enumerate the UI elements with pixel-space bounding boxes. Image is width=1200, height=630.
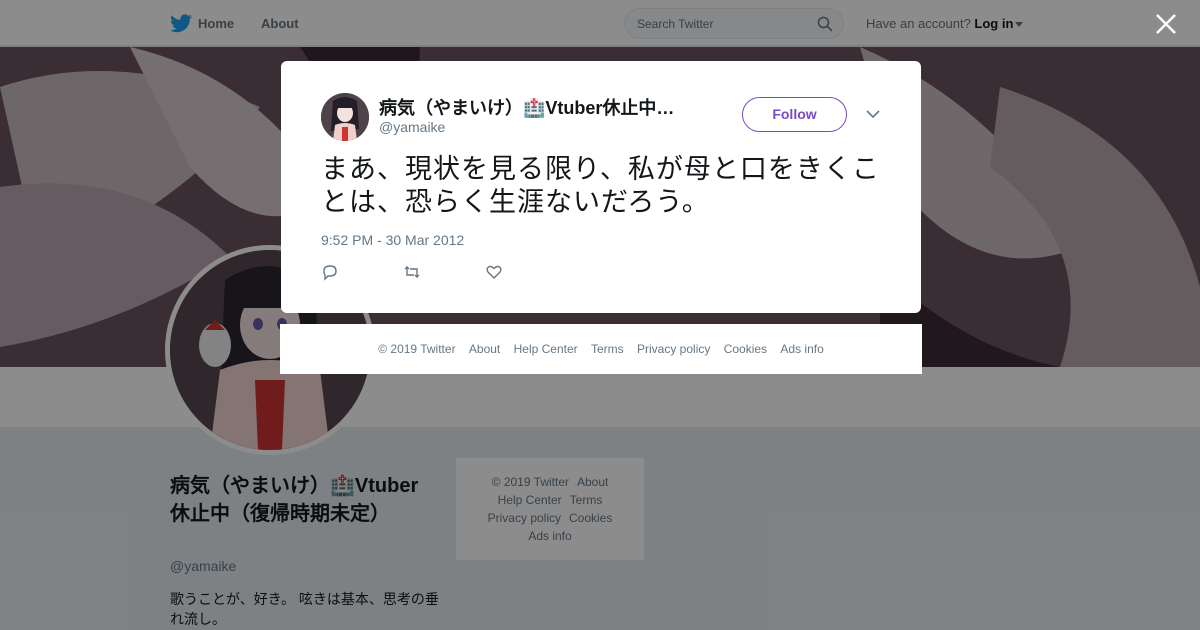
modal-footer-copyright: © 2019 Twitter — [378, 342, 456, 356]
modal-footer-ads-info-link[interactable]: Ads info — [780, 342, 823, 356]
close-icon[interactable] — [1154, 12, 1178, 36]
tweet-modal: 病気（やまいけ）🏥Vtuber休止中… @yamaike Follow まあ、現… — [281, 61, 921, 313]
modal-footer: © 2019 Twitter About Help Center Terms P… — [280, 324, 922, 374]
modal-footer-cookies-link[interactable]: Cookies — [724, 342, 767, 356]
like-icon[interactable] — [485, 263, 503, 281]
tweet-author-name[interactable]: 病気（やまいけ）🏥Vtuber休止中… — [379, 94, 699, 120]
tweet-author-handle[interactable]: @yamaike — [379, 119, 445, 135]
tweet-author-avatar[interactable] — [321, 93, 369, 141]
chevron-down-icon[interactable] — [865, 108, 881, 120]
tweet-actions — [321, 263, 503, 281]
modal-footer-terms-link[interactable]: Terms — [591, 342, 624, 356]
modal-footer-help-center-link[interactable]: Help Center — [514, 342, 578, 356]
modal-footer-about-link[interactable]: About — [469, 342, 500, 356]
reply-icon[interactable] — [321, 263, 339, 281]
modal-footer-privacy-link[interactable]: Privacy policy — [637, 342, 710, 356]
follow-button[interactable]: Follow — [742, 97, 847, 132]
retweet-icon[interactable] — [403, 263, 421, 281]
tweet-text: まあ、現状を見る限り、私が母と口をきくことは、恐らく生涯ないだろう。 — [321, 154, 880, 217]
tweet-timestamp[interactable]: 9:52 PM - 30 Mar 2012 — [321, 232, 464, 248]
